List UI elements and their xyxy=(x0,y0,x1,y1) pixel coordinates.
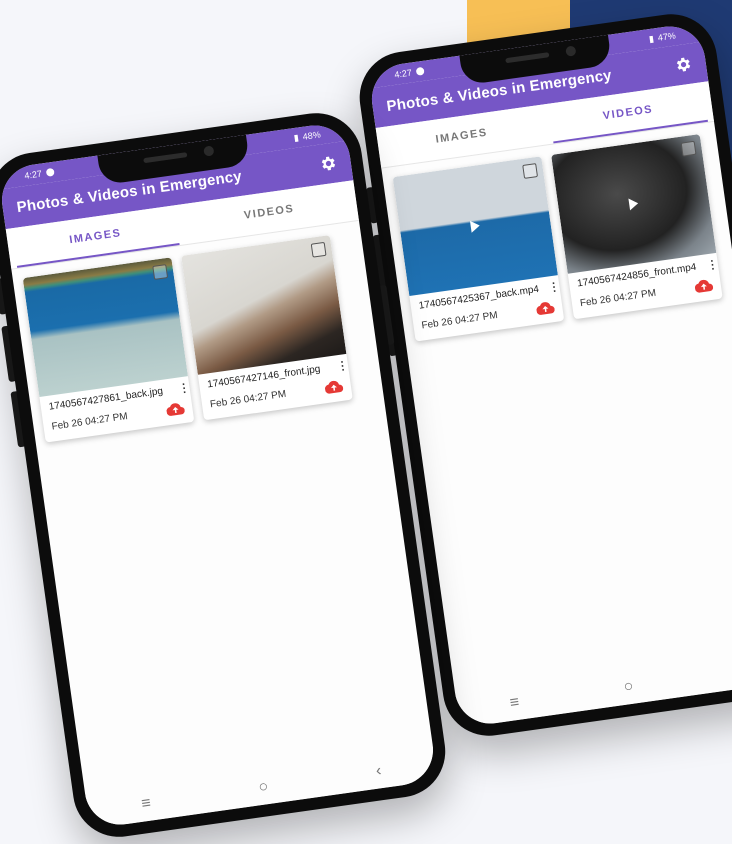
gear-icon[interactable] xyxy=(318,153,338,173)
gear-icon[interactable] xyxy=(673,55,693,75)
media-card[interactable]: 1740567424856_front.mp4 · · · Feb 26 04:27… xyxy=(551,134,723,320)
video-thumbnail[interactable] xyxy=(392,156,558,296)
home-nav-icon[interactable]: ○ xyxy=(623,678,635,696)
more-options-icon[interactable]: · · · xyxy=(551,278,557,298)
image-thumbnail[interactable] xyxy=(22,257,188,398)
file-date: Feb 26 04:27 PM xyxy=(420,309,499,332)
select-checkbox[interactable] xyxy=(152,264,169,280)
battery-level: 48% xyxy=(302,129,322,142)
image-thumbnail[interactable] xyxy=(181,235,347,375)
menu-nav-icon[interactable]: ≡ xyxy=(140,795,152,813)
media-card[interactable]: 1740567427146_front.jpg · · · Feb 26 04:27… xyxy=(181,235,353,421)
back-nav-icon[interactable]: ‹ xyxy=(375,762,383,780)
file-date: Feb 26 04:27 PM xyxy=(209,388,287,410)
select-checkbox[interactable] xyxy=(310,241,327,258)
status-time: 4:27 xyxy=(23,168,43,181)
notification-icon xyxy=(415,66,425,76)
signal-icon: ▮ xyxy=(293,131,300,143)
media-card[interactable]: 1740567425367_back.mp4 · · · Feb 26 04:27 … xyxy=(392,156,565,342)
play-icon[interactable] xyxy=(628,197,639,211)
more-options-icon[interactable]: · · · xyxy=(340,356,346,376)
cloud-upload-icon[interactable] xyxy=(324,379,344,395)
play-icon[interactable] xyxy=(469,219,481,233)
more-options-icon[interactable]: · · · xyxy=(710,255,716,275)
status-time: 4:27 xyxy=(393,67,413,80)
notification-icon xyxy=(45,167,55,177)
video-thumbnail[interactable] xyxy=(551,134,717,274)
menu-nav-icon[interactable]: ≡ xyxy=(509,694,521,712)
media-card[interactable]: 1740567427861_back.jpg · · · Feb 26 04:27 … xyxy=(22,257,195,443)
cloud-upload-icon[interactable] xyxy=(166,401,186,417)
battery-level: 47% xyxy=(657,30,677,43)
cloud-upload-icon[interactable] xyxy=(694,278,714,294)
file-date: Feb 26 04:27 PM xyxy=(50,410,129,433)
cloud-upload-icon[interactable] xyxy=(535,300,555,316)
more-options-icon[interactable]: · · · xyxy=(181,379,187,399)
home-nav-icon[interactable]: ○ xyxy=(257,778,269,796)
file-date: Feb 26 04:27 PM xyxy=(579,287,657,309)
signal-icon: ▮ xyxy=(648,32,655,44)
select-checkbox[interactable] xyxy=(680,140,697,157)
select-checkbox[interactable] xyxy=(522,163,539,179)
